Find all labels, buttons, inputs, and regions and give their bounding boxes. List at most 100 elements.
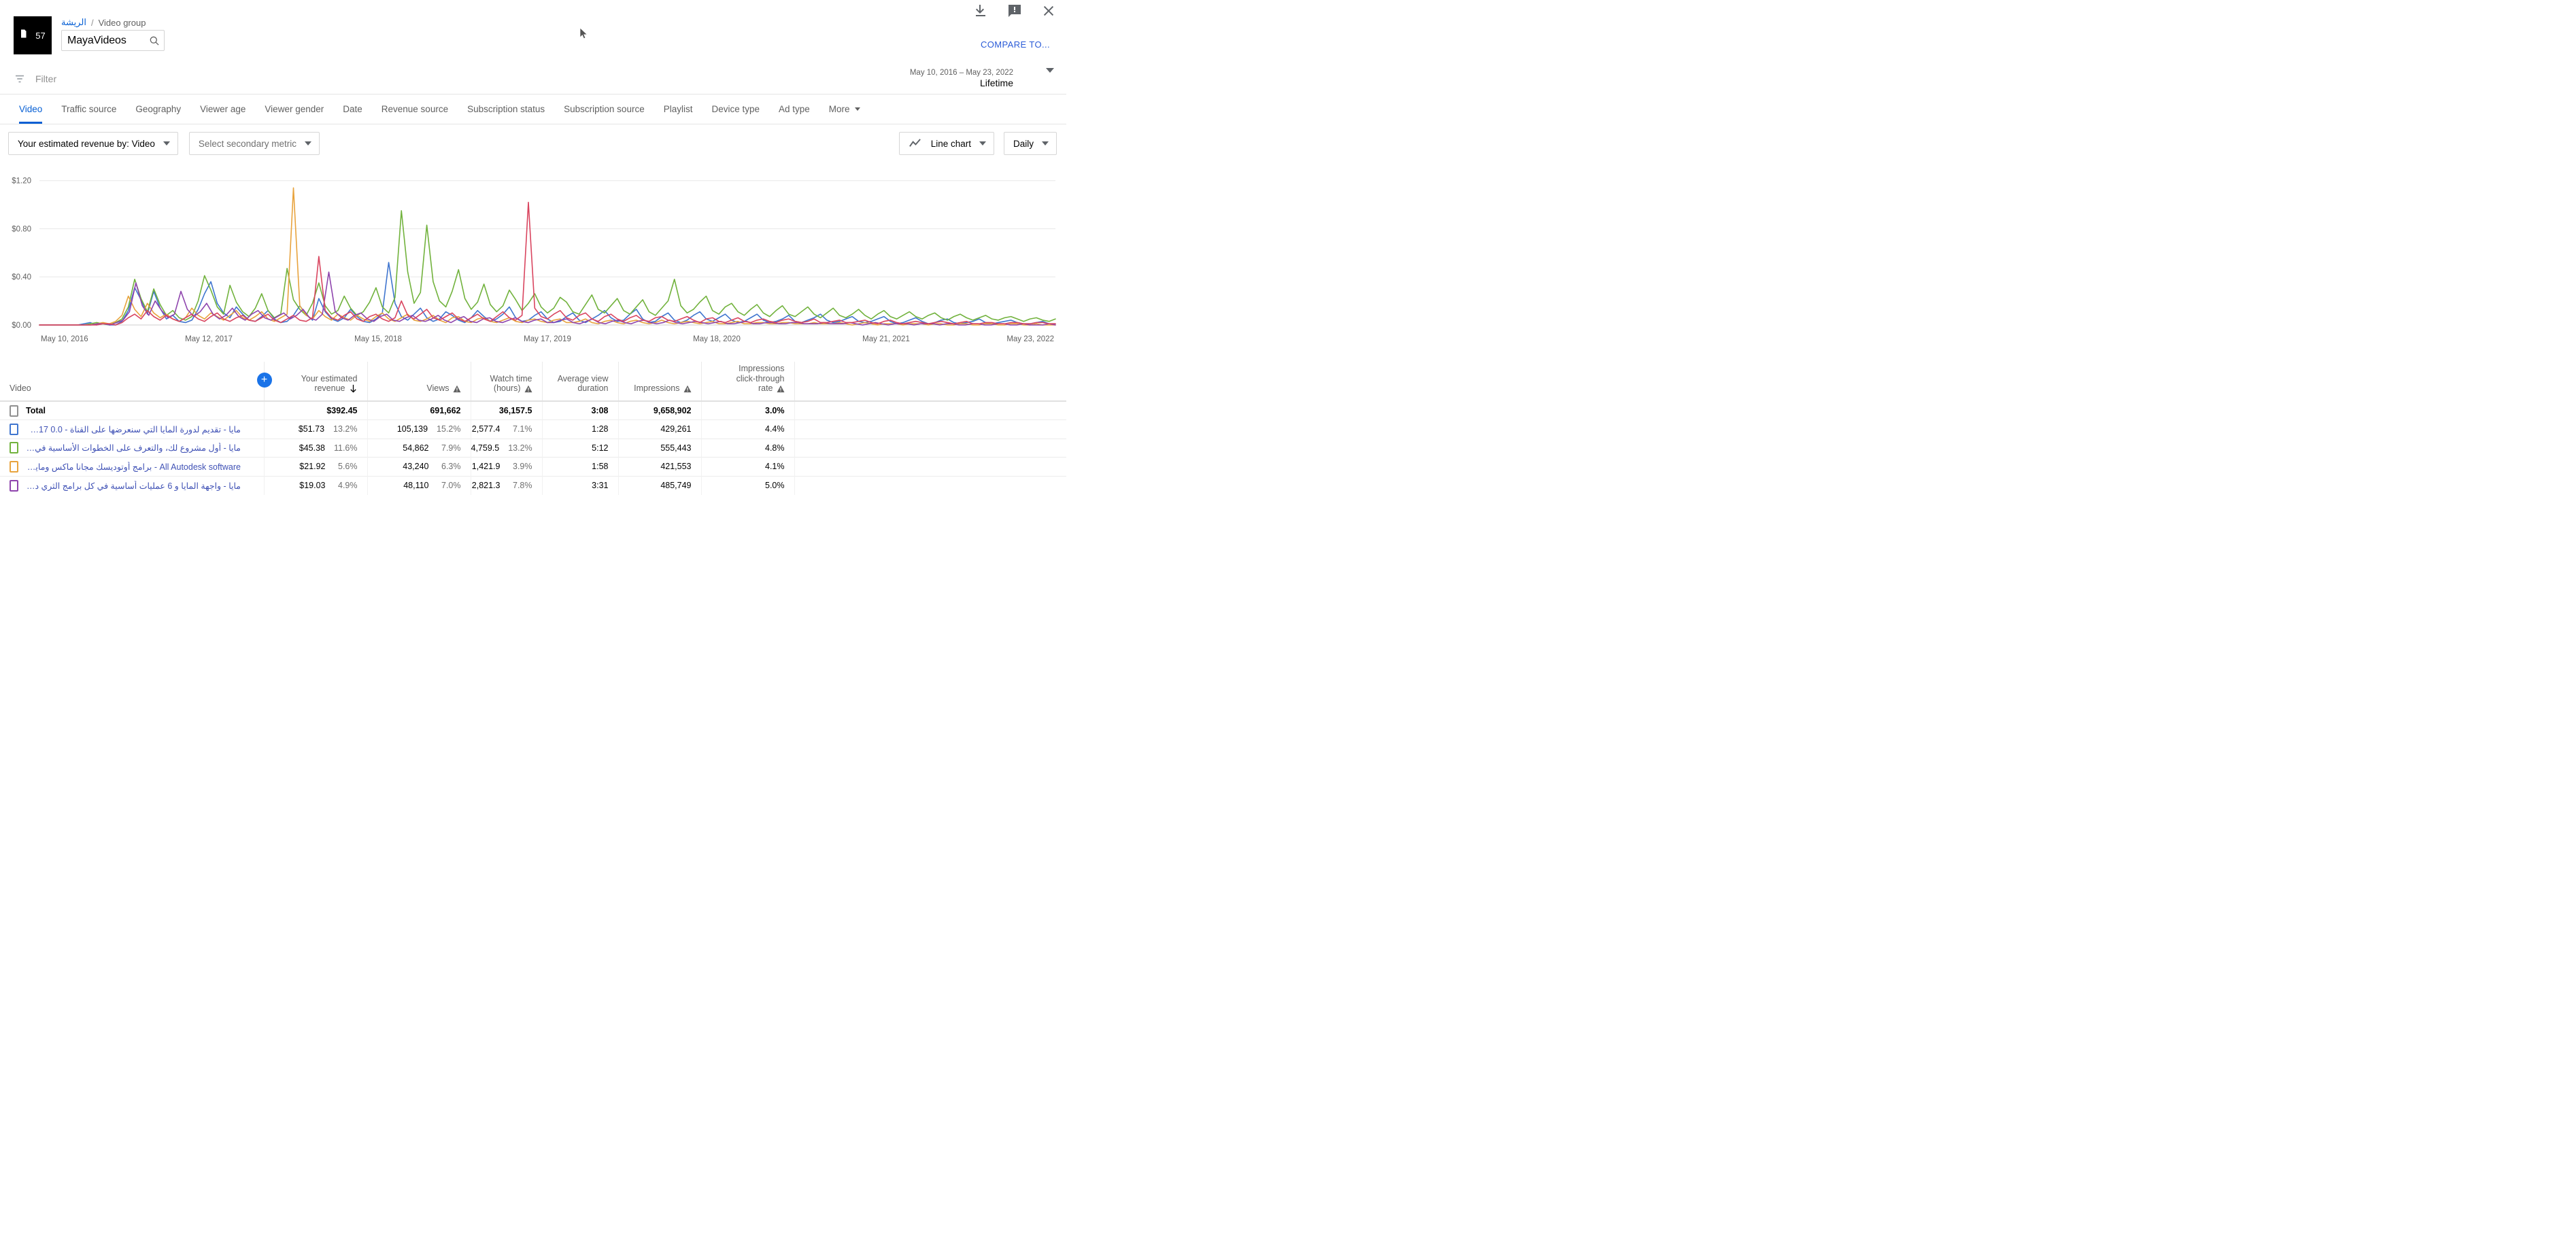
breadcrumb-channel[interactable]: الريشة (61, 17, 86, 28)
row-checkbox[interactable] (10, 442, 18, 453)
tab-playlist[interactable]: Playlist (654, 95, 702, 124)
close-icon[interactable] (1040, 3, 1057, 19)
top-bar: 57 الريشة / Video group COMPARE TO... (0, 0, 1066, 64)
cell-percent: 13.2% (508, 443, 532, 453)
column-header-avgview[interactable]: Average viewduration (542, 362, 618, 401)
row-spacer (794, 476, 1066, 495)
column-header-last-line: revenue (314, 383, 357, 394)
table-row[interactable]: مايا - واجهة المايا و 6 عمليات أساسية في… (0, 476, 1066, 495)
column-header-label: revenue (314, 383, 345, 394)
x-axis-tick: May 12, 2017 (185, 335, 233, 343)
breadcrumb-separator: / (91, 18, 94, 28)
date-range-selector[interactable]: May 10, 2016 – May 23, 2022 Lifetime (910, 64, 1058, 94)
compare-to-button[interactable]: COMPARE TO... (975, 35, 1055, 54)
row-checkbox[interactable] (10, 480, 18, 492)
download-icon[interactable] (972, 3, 989, 19)
tab-subscription-status[interactable]: Subscription status (458, 95, 554, 124)
tab-ad-type[interactable]: Ad type (769, 95, 819, 124)
video-title-link[interactable]: مايا - واجهة المايا و 6 عمليات أساسية في… (26, 481, 241, 491)
tab-label: Subscription status (467, 104, 545, 114)
date-range-preset: Lifetime (980, 78, 1013, 90)
tab-label: Traffic source (61, 104, 116, 114)
warning-icon[interactable] (453, 385, 461, 393)
chart-type-dropdown[interactable]: Line chart (899, 132, 994, 155)
filter-row: Filter May 10, 2016 – May 23, 2022 Lifet… (0, 64, 1066, 95)
table-row[interactable]: All Autodesk software - برامج أوتوديسك م… (0, 458, 1066, 477)
filter-button[interactable]: Filter (14, 73, 56, 85)
primary-metric-dropdown[interactable]: Your estimated revenue by: Video (8, 132, 178, 155)
column-header-video[interactable]: Video (0, 362, 264, 401)
group-video-count: 57 (35, 31, 45, 40)
total-label-cell: Total (0, 401, 264, 420)
group-search-input[interactable] (67, 35, 146, 47)
video-title-link[interactable]: All Autodesk software - برامج أوتوديسك م… (26, 462, 241, 472)
column-header-last-line: Views (426, 383, 460, 394)
add-metric-button[interactable]: + (257, 373, 272, 388)
group-search-box[interactable] (61, 30, 165, 51)
tab-label: More (829, 104, 850, 114)
tab-viewer-age[interactable]: Viewer age (190, 95, 255, 124)
x-axis-tick: May 10, 2016 (41, 335, 88, 343)
video-title-link[interactable]: مايا - أول مشروع لك، والتعرف على الخطوات… (26, 443, 241, 453)
breadcrumb-current: Video group (99, 18, 146, 28)
cell-percent: 15.2% (437, 424, 460, 434)
column-header-label: rate (758, 383, 773, 394)
revenue-line-chart[interactable]: $0.00$0.40$0.80$1.20May 10, 2016May 12, … (0, 163, 1066, 362)
table-row-total: Total$392.45691,66236,157.53:089,658,902… (0, 401, 1066, 420)
feedback-icon[interactable] (1006, 3, 1023, 19)
table-row[interactable]: مايا - أول مشروع لك، والتعرف على الخطوات… (0, 439, 1066, 458)
window-actions (972, 3, 1057, 19)
date-range-value: May 10, 2016 – May 23, 2022 (910, 68, 1013, 78)
folder-icon (20, 29, 33, 42)
video-title-link[interactable]: مايا - تقديم لدورة المايا التي سنعرضها ع… (26, 424, 241, 434)
row-checkbox[interactable] (10, 424, 18, 435)
tab-video[interactable]: Video (10, 95, 52, 124)
table-row[interactable]: مايا - تقديم لدورة المايا التي سنعرضها ع… (0, 420, 1066, 439)
cell-value: $19.03 (299, 481, 325, 490)
cell-impressions: 555,443 (618, 439, 701, 458)
tab-subscription-source[interactable]: Subscription source (554, 95, 654, 124)
chevron-down-icon (1042, 141, 1049, 145)
row-checkbox[interactable] (10, 461, 18, 473)
cell-percent: 5.6% (335, 462, 358, 471)
tab-geography[interactable]: Geography (126, 95, 190, 124)
cell-value: 2,821.3 (472, 481, 501, 490)
tab-label: Subscription source (564, 104, 645, 114)
column-header-revenue[interactable]: +Your estimatedrevenue (264, 362, 367, 401)
warning-icon[interactable] (683, 385, 692, 393)
tab-revenue-source[interactable]: Revenue source (372, 95, 458, 124)
sort-desc-icon[interactable] (349, 384, 358, 393)
tab-label: Viewer age (200, 104, 245, 114)
tab-device-type[interactable]: Device type (702, 95, 769, 124)
cell-views: 105,13915.2% (367, 420, 471, 439)
cell-avgview: 1:58 (542, 458, 618, 477)
chevron-down-icon[interactable] (1046, 73, 1054, 85)
cell-percent: 6.3% (438, 462, 461, 471)
cell-revenue: $45.3811.6% (264, 439, 367, 458)
warning-icon[interactable] (777, 385, 785, 393)
select-all-checkbox[interactable] (10, 405, 18, 417)
group-thumbnail: 57 (14, 16, 52, 54)
cell-value: $51.73 (299, 424, 324, 434)
cell-percent: 7.8% (509, 481, 532, 490)
tab-traffic-source[interactable]: Traffic source (52, 95, 126, 124)
tab-more[interactable]: More (819, 95, 870, 124)
column-header-impressions[interactable]: Impressions (618, 362, 701, 401)
column-header-ctr[interactable]: Impressionsclick-throughrate (701, 362, 794, 401)
tab-label: Device type (711, 104, 760, 114)
column-header-views[interactable]: Views (367, 362, 471, 401)
secondary-metric-dropdown[interactable]: Select secondary metric (189, 132, 320, 155)
granularity-dropdown[interactable]: Daily (1004, 132, 1057, 155)
tab-label: Ad type (779, 104, 810, 114)
column-header-last-line: (hours) (494, 383, 532, 394)
column-header-watchtime[interactable]: Watch time(hours) (471, 362, 542, 401)
cell-percent: 3.9% (509, 462, 532, 471)
search-icon[interactable] (149, 35, 160, 46)
warning-icon[interactable] (524, 385, 532, 393)
tab-date[interactable]: Date (333, 95, 372, 124)
tab-label: Playlist (664, 104, 693, 114)
column-header-last-line: rate (758, 383, 785, 394)
video-metrics-table: Video+Your estimatedrevenue Views Watch ti… (0, 362, 1066, 495)
total-revenue-cell: $392.45 (264, 401, 367, 420)
tab-viewer-gender[interactable]: Viewer gender (255, 95, 333, 124)
